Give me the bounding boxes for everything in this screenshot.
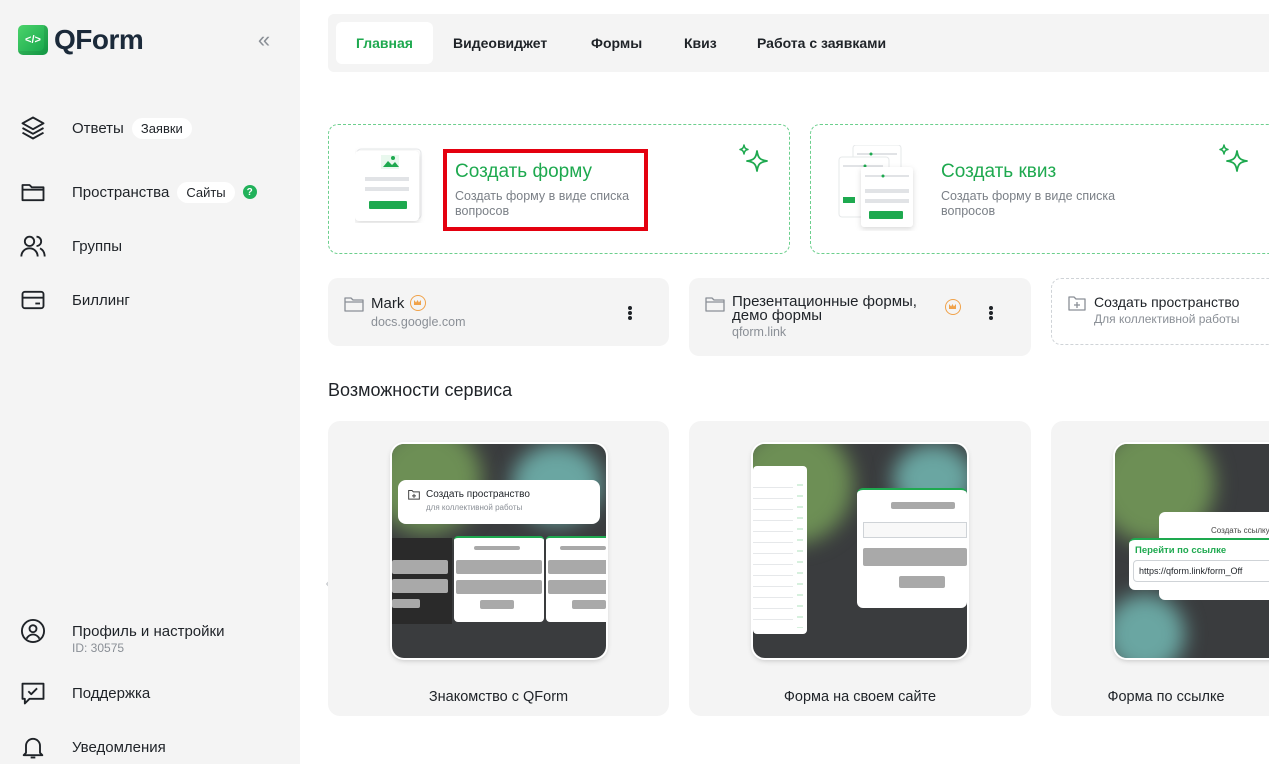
feature-preview: Создать ссылку Перейти по ссылке https:/… — [1115, 444, 1269, 658]
feature-card-intro[interactable]: Создать пространство для коллективной ра… — [328, 421, 669, 716]
overlay-url: https://qform.link/form_Off — [1139, 566, 1243, 576]
preview-list-panel — [753, 466, 807, 634]
overlay-desc: для коллективной работы — [426, 503, 523, 512]
answers-pill: Заявки — [131, 117, 192, 139]
space-url: docs.google.com — [371, 315, 466, 329]
feature-label: Форма на своем сайте — [783, 689, 937, 705]
bell-icon — [18, 732, 48, 762]
feature-card-embed[interactable]: Форма на своем сайте — [689, 421, 1031, 716]
more-options-icon[interactable] — [981, 302, 1001, 322]
tab-forms[interactable]: Формы — [591, 22, 642, 64]
sidebar-item-label: Уведомления — [72, 738, 166, 756]
overlay-title: Перейти по ссылке — [1135, 545, 1227, 556]
space-card-presentations[interactable]: Презентационные формы, демо формы qform.… — [689, 278, 1031, 356]
top-tabs: Главная Видеовиджет Формы Квиз Работа с … — [328, 14, 1269, 72]
create-quiz-desc-line2: вопросов — [941, 204, 996, 218]
help-badge-icon[interactable]: ? — [242, 185, 257, 199]
sidebar-item-notifications[interactable]: Уведомления — [18, 731, 166, 763]
form-illustration-icon — [355, 148, 422, 221]
sidebar-item-groups[interactable]: Группы — [18, 230, 122, 262]
profile-id: ID: 30575 — [72, 641, 125, 655]
sidebar-item-label: Профиль и настройки — [72, 622, 225, 640]
sparkle-icon — [739, 144, 768, 172]
create-space-title: Создать пространство — [1094, 294, 1240, 310]
sidebar-item-label: Ответы — [72, 119, 124, 137]
chat-check-icon — [18, 678, 48, 708]
sidebar-item-spaces[interactable]: Пространства Сайты ? — [18, 176, 257, 208]
highlight-rectangle — [443, 149, 648, 231]
feature-label: Знакомство с QForm — [428, 689, 569, 705]
overlay-create-space: Создать пространство для коллективной ра… — [398, 480, 600, 524]
feature-preview: Создать пространство для коллективной ра… — [392, 444, 606, 658]
sidebar-item-label: Группы — [72, 237, 122, 255]
create-quiz-desc-line1: Создать форму в виде списка — [941, 189, 1116, 203]
space-url: qform.link — [732, 325, 787, 339]
sidebar-item-support[interactable]: Поддержка — [18, 677, 150, 709]
folder-icon — [344, 297, 364, 312]
logo[interactable]: </> QForm — [18, 24, 144, 56]
spaces-pill: Сайты — [177, 181, 235, 203]
users-icon — [18, 231, 48, 261]
user-circle-icon — [18, 616, 48, 646]
logo-text: QForm — [54, 24, 144, 55]
space-name: Mark — [371, 295, 405, 312]
sparkle-icon — [1219, 144, 1248, 172]
more-options-icon[interactable] — [620, 302, 640, 322]
preview-form-panel — [857, 488, 967, 608]
sidebar-item-answers[interactable]: Ответы Заявки — [18, 112, 192, 144]
tab-quiz[interactable]: Квиз — [684, 22, 717, 64]
crown-icon — [945, 299, 961, 315]
overlay-header: Создать ссылку — [1211, 526, 1269, 535]
preview-panel — [546, 536, 606, 622]
sidebar-item-billing[interactable]: Биллинг — [18, 284, 130, 316]
sidebar: </> QForm « Ответы Заявки Пространства С… — [0, 0, 300, 764]
wallet-icon — [18, 285, 48, 315]
space-card-mark[interactable]: Mark docs.google.com — [328, 278, 669, 346]
tab-videowidget[interactable]: Видеовиджет — [453, 22, 547, 64]
create-quiz-card[interactable]: Создать квиз Создать форму в виде списка… — [810, 124, 1269, 254]
features-title: Возможности сервиса — [328, 380, 513, 400]
logo-mark-icon: </> — [18, 25, 48, 55]
sidebar-item-label: Биллинг — [72, 291, 130, 309]
overlay-title: Создать пространство — [426, 489, 530, 500]
tab-home[interactable]: Главная — [336, 22, 433, 64]
feature-card-link[interactable]: Создать ссылку Перейти по ссылке https:/… — [1051, 421, 1269, 716]
folder-icon — [18, 177, 48, 207]
create-quiz-title: Создать квиз — [941, 161, 1057, 182]
crown-icon — [410, 295, 426, 311]
create-space-card[interactable]: Создать пространство Для коллективной ра… — [1051, 278, 1269, 345]
tab-requests[interactable]: Работа с заявками — [757, 22, 886, 64]
create-space-desc: Для коллективной работы — [1094, 312, 1240, 326]
overlay-goto-link: Перейти по ссылке https://qform.link/for… — [1129, 538, 1269, 590]
sidebar-item-label: Пространства — [72, 183, 170, 201]
feature-label: Форма по ссылке — [1107, 689, 1225, 705]
collapse-sidebar-icon[interactable]: « — [252, 28, 276, 52]
sidebar-item-label: Поддержка — [72, 684, 151, 702]
quiz-illustration-icon — [838, 145, 913, 227]
layers-icon — [18, 113, 48, 143]
folder-icon — [705, 297, 725, 312]
space-name-line2: демо формы — [732, 307, 823, 324]
folder-add-icon — [408, 490, 420, 500]
feature-preview — [753, 444, 967, 658]
folder-add-icon — [1068, 296, 1086, 311]
preview-panel — [454, 536, 544, 622]
